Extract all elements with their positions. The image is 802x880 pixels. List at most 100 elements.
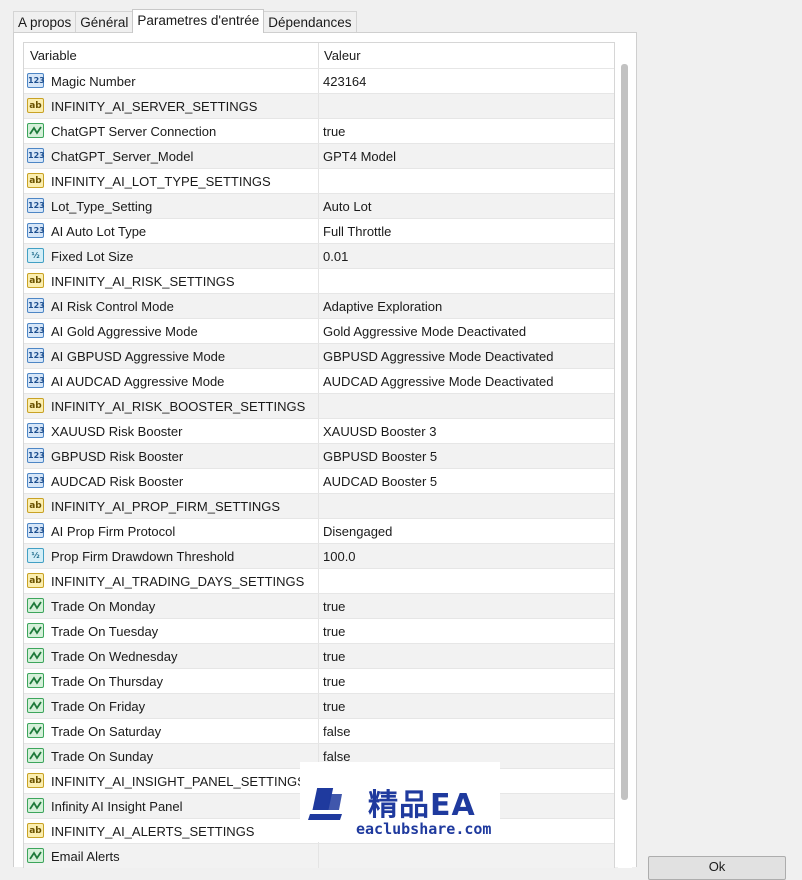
column-divider [318, 419, 319, 443]
table-row[interactable]: Trade On Wednesday true [24, 643, 614, 668]
variable-value[interactable]: XAUUSD Booster 3 [323, 424, 436, 439]
variable-value[interactable]: Adaptive Exploration [323, 299, 442, 314]
ok-button[interactable]: Ok [648, 856, 786, 880]
table-row[interactable]: 123 AI GBPUSD Aggressive Mode GBPUSD Aggre… [24, 343, 614, 368]
string-type-icon: ab [27, 823, 44, 838]
table-row[interactable]: ab INFINITY_AI_SERVER_SETTINGS [24, 93, 614, 118]
variable-value[interactable]: 423164 [323, 74, 366, 89]
variable-name: XAUUSD Risk Booster [51, 424, 183, 439]
column-divider [318, 244, 319, 268]
variable-name: AI Gold Aggressive Mode [51, 324, 198, 339]
column-divider [318, 319, 319, 343]
variable-name: Trade On Monday [51, 599, 156, 614]
table-row[interactable]: 123 AUDCAD Risk Booster AUDCAD Booster 5 [24, 468, 614, 493]
column-divider [318, 544, 319, 568]
boolean-type-icon [27, 798, 44, 813]
column-divider [318, 69, 319, 93]
integer-type-icon: 123 [27, 523, 45, 538]
inputs-panel: Variable Valeur 123 Magic Number 423164 ab I… [13, 32, 637, 868]
variable-name: Email Alerts [51, 849, 120, 864]
column-divider[interactable] [318, 43, 319, 68]
integer-type-icon: 123 [27, 473, 45, 488]
boolean-type-icon [27, 123, 44, 138]
variable-name: INFINITY_AI_PROP_FIRM_SETTINGS [51, 499, 280, 514]
table-row[interactable]: 123 AI Gold Aggressive Mode Gold Aggressiv… [24, 318, 614, 343]
double-type-icon: ½ [27, 548, 44, 563]
tab-a-propos[interactable]: A propos [13, 11, 77, 33]
variable-value[interactable]: true [323, 124, 345, 139]
table-row[interactable]: ab INFINITY_AI_RISK_SETTINGS [24, 268, 614, 293]
integer-type-icon: 123 [27, 73, 45, 88]
table-row[interactable]: ChatGPT Server Connection true [24, 118, 614, 143]
string-type-icon: ab [27, 398, 44, 413]
variable-value[interactable]: Auto Lot [323, 199, 371, 214]
table-row[interactable]: 123 AI AUDCAD Aggressive Mode AUDCAD Aggre… [24, 368, 614, 393]
table-row[interactable]: 123 GBPUSD Risk Booster GBPUSD Booster 5 [24, 443, 614, 468]
grid-rows: 123 Magic Number 423164 ab INFINITY_AI_SERVE… [24, 68, 614, 868]
table-row[interactable]: ab INFINITY_AI_RISK_BOOSTER_SETTINGS [24, 393, 614, 418]
variable-value[interactable]: true [323, 624, 345, 639]
table-row[interactable]: Trade On Thursday true [24, 668, 614, 693]
column-divider [318, 269, 319, 293]
variable-value[interactable]: Disengaged [323, 524, 392, 539]
grid-header: Variable Valeur [24, 43, 614, 68]
tab-dependances[interactable]: Dépendances [263, 11, 357, 33]
table-row[interactable]: 123 Magic Number 423164 [24, 68, 614, 93]
column-header-value[interactable]: Valeur [324, 48, 361, 63]
boolean-type-icon [27, 673, 44, 688]
variable-value[interactable]: GPT4 Model [323, 149, 396, 164]
table-row[interactable]: 123 AI Risk Control Mode Adaptive Explorat… [24, 293, 614, 318]
variable-value[interactable]: true [323, 649, 345, 664]
column-header-variable[interactable]: Variable [30, 48, 77, 63]
column-divider [318, 294, 319, 318]
variable-value[interactable]: GBPUSD Booster 5 [323, 449, 437, 464]
column-divider [318, 194, 319, 218]
tab-general[interactable]: Général [75, 11, 134, 33]
variable-name: Trade On Wednesday [51, 649, 178, 664]
variable-value[interactable]: Full Throttle [323, 224, 391, 239]
table-row[interactable]: ½ Prop Firm Drawdown Threshold 100.0 [24, 543, 614, 568]
vertical-scrollbar[interactable] [618, 43, 632, 868]
variable-value[interactable]: AUDCAD Aggressive Mode Deactivated [323, 374, 554, 389]
column-divider [318, 94, 319, 118]
table-row[interactable]: Trade On Tuesday true [24, 618, 614, 643]
table-row[interactable]: ab INFINITY_AI_TRADING_DAYS_SETTINGS [24, 568, 614, 593]
column-divider [318, 669, 319, 693]
variable-value[interactable]: GBPUSD Aggressive Mode Deactivated [323, 349, 554, 364]
table-row[interactable]: Trade On Monday true [24, 593, 614, 618]
variable-value[interactable]: 100.0 [323, 549, 356, 564]
table-row[interactable]: ½ Fixed Lot Size 0.01 [24, 243, 614, 268]
boolean-type-icon [27, 723, 44, 738]
table-row[interactable]: 123 ChatGPT_Server_Model GPT4 Model [24, 143, 614, 168]
column-divider [318, 719, 319, 743]
table-row[interactable]: 123 AI Auto Lot Type Full Throttle [24, 218, 614, 243]
column-divider [318, 844, 319, 868]
variable-value[interactable]: Gold Aggressive Mode Deactivated [323, 324, 526, 339]
table-row[interactable]: Trade On Saturday false [24, 718, 614, 743]
table-row[interactable]: ab INFINITY_AI_PROP_FIRM_SETTINGS [24, 493, 614, 518]
table-row[interactable]: ab INFINITY_AI_LOT_TYPE_SETTINGS [24, 168, 614, 193]
variable-value[interactable]: true [323, 699, 345, 714]
variable-value[interactable]: 0.01 [323, 249, 348, 264]
variable-value[interactable]: true [323, 599, 345, 614]
table-row[interactable]: Email Alerts [24, 843, 614, 868]
column-divider [318, 569, 319, 593]
column-divider [318, 519, 319, 543]
scrollbar-thumb[interactable] [621, 64, 628, 800]
column-divider [318, 694, 319, 718]
string-type-icon: ab [27, 273, 44, 288]
variable-name: GBPUSD Risk Booster [51, 449, 184, 464]
tab-parametres-entree[interactable]: Parametres d'entrée [132, 9, 265, 33]
table-row[interactable]: 123 XAUUSD Risk Booster XAUUSD Booster 3 [24, 418, 614, 443]
boolean-type-icon [27, 848, 44, 863]
variable-value[interactable]: AUDCAD Booster 5 [323, 474, 437, 489]
variable-value[interactable]: true [323, 674, 345, 689]
variable-value[interactable]: false [323, 724, 350, 739]
table-row[interactable]: 123 Lot_Type_Setting Auto Lot [24, 193, 614, 218]
table-row[interactable]: 123 AI Prop Firm Protocol Disengaged [24, 518, 614, 543]
double-type-icon: ½ [27, 248, 44, 263]
variable-name: INFINITY_AI_ALERTS_SETTINGS [51, 824, 255, 839]
column-divider [318, 369, 319, 393]
integer-type-icon: 123 [27, 198, 45, 213]
table-row[interactable]: Trade On Friday true [24, 693, 614, 718]
